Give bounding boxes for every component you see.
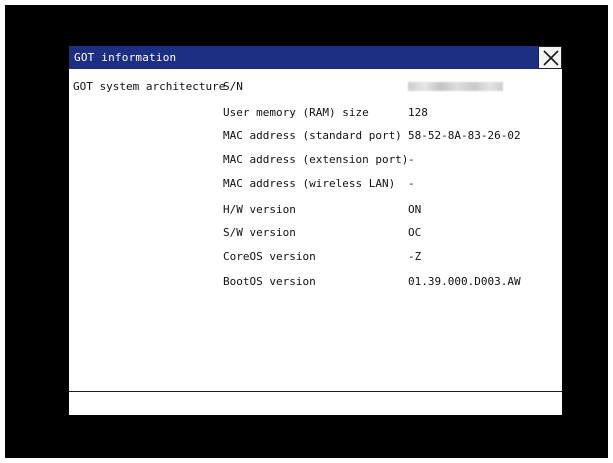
row-label: BootOS version	[223, 275, 316, 288]
close-icon	[543, 50, 559, 66]
row-label: CoreOS version	[223, 250, 316, 263]
serial-number-blurred	[408, 82, 503, 91]
info-row-mac-extension-port: MAC address (extension port) -	[69, 153, 562, 175]
row-label: MAC address (wireless LAN)	[223, 177, 396, 190]
row-label: MAC address (standard port)	[223, 129, 402, 142]
info-row-hw-version: H/W version ON	[69, 203, 562, 225]
row-label: S/N	[223, 80, 243, 93]
info-content: GOT system architecture S/N User memory …	[69, 69, 562, 391]
info-row-serial-number: S/N	[69, 80, 562, 102]
row-value: ON	[408, 203, 422, 216]
row-value: 128	[408, 106, 428, 119]
row-label: S/W version	[223, 226, 296, 239]
got-information-dialog: GOT information GOT system architecture …	[69, 46, 562, 415]
info-row-user-memory: User memory (RAM) size 128	[69, 106, 562, 128]
row-label: User memory (RAM) size	[223, 106, 369, 119]
info-row-coreos-version: CoreOS version -Z	[69, 250, 562, 272]
close-button[interactable]	[538, 46, 562, 69]
row-value: 58-52-8A-83-26-02	[408, 129, 521, 142]
row-label: H/W version	[223, 203, 296, 216]
info-row-bootos-version: BootOS version 01.39.000.D003.AW	[69, 275, 562, 297]
status-bar	[69, 392, 562, 415]
info-row-mac-wireless-lan: MAC address (wireless LAN) -	[69, 177, 562, 199]
row-value: -	[408, 153, 415, 166]
info-row-mac-standard-port: MAC address (standard port) 58-52-8A-83-…	[69, 129, 562, 151]
row-value: -Z	[408, 250, 422, 263]
row-label: MAC address (extension port)	[223, 153, 409, 166]
info-row-sw-version: S/W version OC	[69, 226, 562, 248]
row-value: 01.39.000.D003.AW	[408, 275, 521, 288]
row-value: -	[408, 177, 415, 190]
title-bar: GOT information	[69, 46, 562, 69]
window-title: GOT information	[74, 51, 177, 64]
row-value: OC	[408, 226, 422, 239]
got-screen: GOT information GOT system architecture …	[5, 5, 608, 458]
